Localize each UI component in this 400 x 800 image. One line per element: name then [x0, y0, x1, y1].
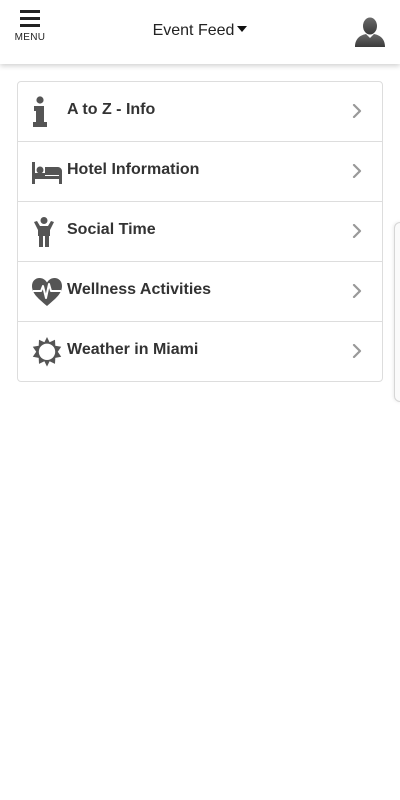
menu-button[interactable]: MENU	[10, 10, 50, 54]
list-item-social-time[interactable]: Social Time	[18, 202, 382, 262]
list-item-label: Social Time	[67, 221, 156, 238]
chevron-right-icon	[352, 344, 362, 358]
app-screen: MENU Event Feed A to Z - Info Hotel Info…	[0, 0, 400, 800]
sun-icon	[32, 337, 62, 367]
caret-down-icon	[237, 26, 248, 33]
info-icon	[33, 96, 47, 127]
chevron-right-icon	[352, 104, 362, 118]
event-feed-label: Event Feed	[152, 22, 235, 39]
bed-icon	[32, 162, 62, 184]
list-item-a-to-z-info[interactable]: A to Z - Info	[18, 82, 382, 142]
list-item-label: Wellness Activities	[67, 281, 212, 298]
hamburger-icon	[20, 10, 40, 27]
list-item-label: A to Z - Info	[67, 101, 156, 118]
category-list: A to Z - Info Hotel Information Social T…	[17, 81, 383, 382]
list-item-label: Weather in Miami	[67, 341, 199, 358]
user-avatar-icon	[355, 17, 385, 47]
menu-label: MENU	[14, 32, 46, 43]
chevron-right-icon	[352, 164, 362, 178]
list-item-weather-in-miami[interactable]: Weather in Miami	[18, 322, 382, 381]
top-bar: MENU Event Feed	[0, 0, 400, 64]
side-panel-handle[interactable]	[394, 222, 400, 402]
profile-button[interactable]	[354, 16, 386, 48]
heart-pulse-icon	[32, 278, 62, 306]
chevron-right-icon	[352, 284, 362, 298]
person-icon	[34, 217, 54, 247]
list-item-wellness-activities[interactable]: Wellness Activities	[18, 262, 382, 322]
list-item-label: Hotel Information	[67, 161, 200, 178]
event-feed-dropdown[interactable]: Event Feed	[140, 22, 260, 46]
list-item-hotel-information[interactable]: Hotel Information	[18, 142, 382, 202]
chevron-right-icon	[352, 224, 362, 238]
